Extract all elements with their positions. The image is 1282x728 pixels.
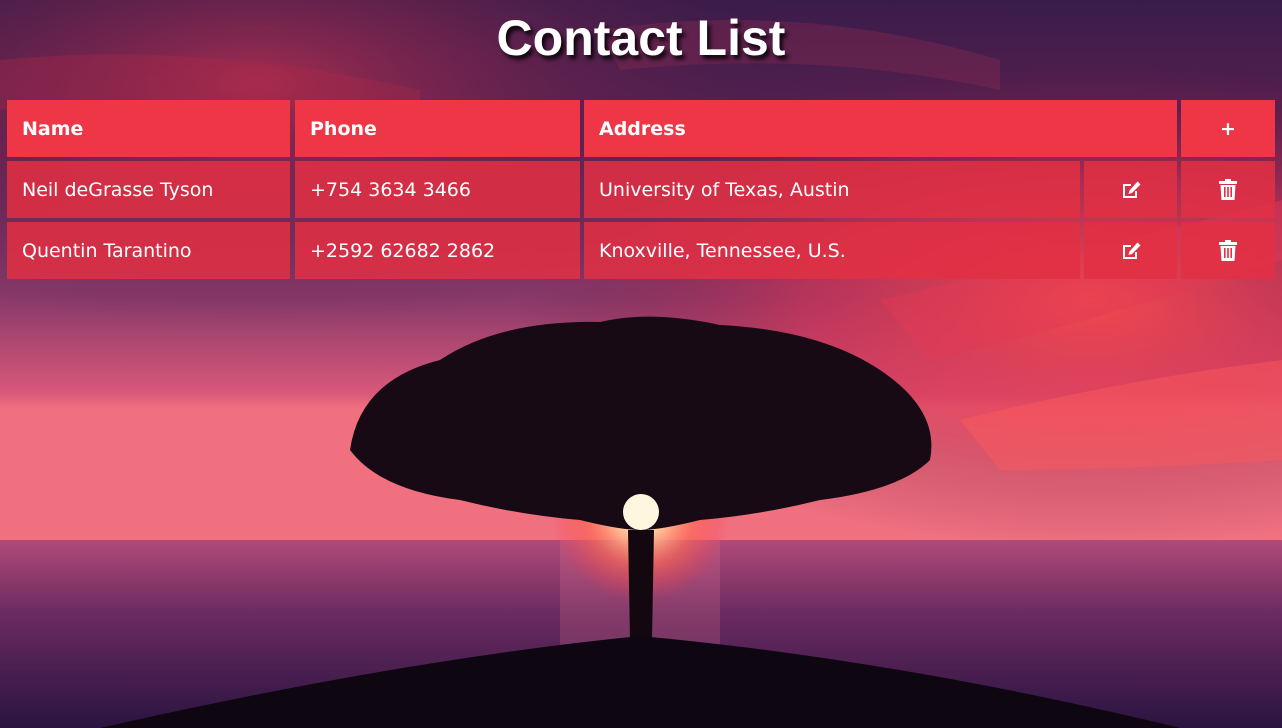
edit-icon [1120,180,1142,200]
table-row: Neil deGrasse Tyson +754 3634 3466 Unive… [7,161,1275,218]
edit-icon [1120,241,1142,261]
edit-contact-button[interactable] [1084,161,1177,218]
contact-name: Quentin Tarantino [7,222,290,279]
trash-icon [1219,240,1237,261]
delete-contact-button[interactable] [1181,161,1275,218]
column-header-name: Name [7,100,290,157]
contact-phone: +2592 62682 2862 [295,222,580,279]
contact-address: Knoxville, Tennessee, U.S. [584,222,1080,279]
contact-address: University of Texas, Austin [584,161,1080,218]
delete-contact-button[interactable] [1181,222,1275,279]
column-header-address: Address [584,100,1177,157]
trash-icon [1219,179,1237,200]
table-row: Quentin Tarantino +2592 62682 2862 Knoxv… [7,222,1275,279]
table-header-row: Name Phone Address + [7,100,1275,157]
contact-phone: +754 3634 3466 [295,161,580,218]
column-header-phone: Phone [295,100,580,157]
contact-table: Name Phone Address + Neil deGrasse Tyson… [7,100,1275,283]
edit-contact-button[interactable] [1084,222,1177,279]
add-contact-button[interactable]: + [1181,100,1275,157]
page-title: Contact List [496,10,786,66]
contact-name: Neil deGrasse Tyson [7,161,290,218]
